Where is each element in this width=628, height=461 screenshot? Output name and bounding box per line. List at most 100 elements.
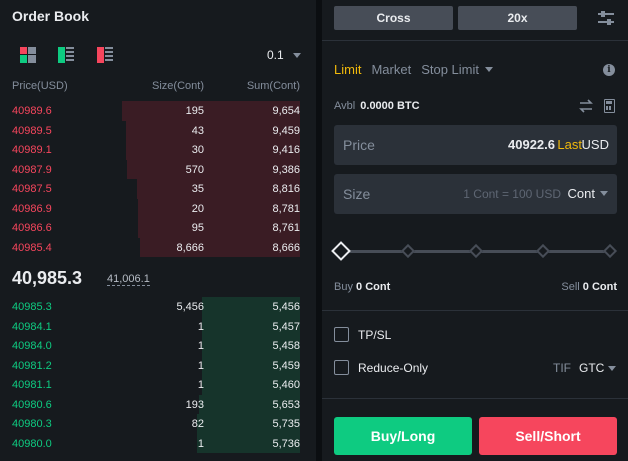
bid-sum: 5,456 [272, 301, 300, 313]
buy-long-button[interactable]: Buy/Long [334, 417, 472, 455]
ask-row[interactable]: 40989.6 195 9,654 [0, 101, 316, 121]
ask-row[interactable]: 40987.5 35 8,816 [0, 179, 316, 199]
bid-row[interactable]: 40980.3 82 5,735 [0, 414, 316, 434]
ask-size: 20 [191, 202, 204, 215]
slider-step-25[interactable] [401, 243, 416, 259]
bid-price: 40980.0 [12, 437, 52, 450]
size-field-label: Size [343, 186, 371, 202]
bid-price: 40980.6 [12, 398, 52, 411]
order-book-both-icon[interactable] [20, 47, 36, 63]
available-label: Avbl [334, 100, 356, 112]
ask-price: 40989.5 [12, 124, 52, 137]
bid-row[interactable]: 40981.1 1 5,460 [0, 375, 316, 395]
reduce-only-checkbox-box[interactable] [334, 360, 349, 375]
ask-sum: 8,781 [272, 202, 300, 215]
sell-short-button[interactable]: Sell/Short [479, 417, 617, 455]
slider-step-50[interactable] [468, 243, 483, 259]
price-column-header: Price(USD) [12, 80, 68, 92]
bid-row[interactable]: 40985.3 5,456 5,456 [0, 297, 316, 317]
slider-step-75[interactable] [535, 243, 550, 259]
transfer-icon[interactable] [579, 99, 593, 113]
bid-row[interactable]: 40981.2 1 5,459 [0, 355, 316, 375]
size-field[interactable]: Size 1 Cont = 100 USD Cont [334, 174, 617, 214]
tpsl-checkbox[interactable]: TP/SL [334, 327, 391, 342]
price-input-value[interactable]: 40922.6 [508, 137, 555, 152]
bid-row[interactable]: 40980.0 1 5,736 [0, 433, 316, 453]
tab-market[interactable]: Market [371, 62, 411, 77]
price-currency: USD [581, 137, 609, 152]
bid-row[interactable]: 40984.0 1 5,458 [0, 336, 316, 356]
bid-sum: 5,458 [272, 340, 300, 352]
price-field-label: Price [343, 137, 375, 153]
info-icon[interactable]: i [603, 64, 615, 76]
ask-sum: 8,666 [272, 241, 300, 254]
mark-price[interactable]: 41,006.1 [107, 273, 150, 286]
ask-row[interactable]: 40989.1 30 9,416 [0, 140, 316, 160]
tif-select[interactable]: GTC [579, 361, 617, 375]
ask-size: 570 [185, 163, 204, 176]
bid-size: 1 [197, 359, 204, 372]
ask-row[interactable]: 40986.6 95 8,761 [0, 218, 316, 238]
ask-size: 195 [185, 105, 204, 117]
bid-size: 1 [197, 437, 204, 450]
buy-amount-value: 0 Cont [356, 281, 391, 293]
reduce-only-checkbox[interactable]: Reduce-Only [334, 360, 428, 375]
bid-sum: 5,736 [272, 437, 300, 450]
margin-mode-button[interactable]: Cross [334, 6, 453, 30]
bid-row[interactable]: 40984.1 1 5,457 [0, 316, 316, 336]
ask-price: 40987.5 [12, 183, 52, 195]
price-field[interactable]: Price 40922.6 Last USD [334, 125, 617, 165]
chevron-down-icon [608, 365, 617, 371]
ask-sum: 9,459 [272, 124, 300, 137]
calculator-icon[interactable] [604, 99, 615, 113]
size-column-header: Size(Cont) [152, 80, 204, 92]
bid-price: 40984.0 [12, 340, 52, 352]
last-price-button[interactable]: Last [557, 137, 582, 152]
ask-sum: 9,654 [272, 105, 300, 117]
order-book-asks-icon[interactable] [97, 47, 113, 63]
ask-rows: 40989.6 195 9,654 40989.5 43 9,459 40989.1 30 9,… [0, 101, 316, 257]
size-unit-select[interactable]: Cont [568, 186, 608, 201]
bid-rows: 40985.3 5,456 5,456 40984.1 1 5,457 40984.0 1 5,… [0, 297, 316, 453]
ask-price: 40985.4 [12, 241, 52, 254]
tpsl-checkbox-box[interactable] [334, 327, 349, 342]
trade-panel-top-bar: Cross 20x [322, 0, 628, 41]
ask-price: 40989.6 [12, 105, 52, 117]
ask-size: 35 [191, 183, 204, 195]
bid-row[interactable]: 40980.6 193 5,653 [0, 394, 316, 414]
ask-row[interactable]: 40987.9 570 9,386 [0, 159, 316, 179]
precision-select[interactable]: 0.1 [267, 48, 301, 62]
size-input-placeholder[interactable]: 1 Cont = 100 USD [463, 187, 561, 201]
leverage-button[interactable]: 20x [458, 6, 577, 30]
last-price: 40,985.3 [12, 268, 83, 288]
order-book-panel: Order Book 0.1 Price(USD) Size(Cont) Sum… [0, 0, 316, 461]
tif-value: GTC [579, 361, 605, 375]
available-value: 0.0000 BTC [360, 100, 420, 112]
bid-price: 40985.3 [12, 301, 52, 313]
ask-size: 43 [191, 124, 204, 137]
ask-price: 40987.9 [12, 163, 52, 176]
ask-sum: 8,816 [272, 183, 300, 195]
bid-sum: 5,735 [272, 418, 300, 430]
tab-stop-limit[interactable]: Stop Limit [421, 62, 493, 77]
sell-amount-value: 0 Cont [582, 281, 617, 293]
ask-row[interactable]: 40986.9 20 8,781 [0, 198, 316, 218]
slider-step-0[interactable] [331, 241, 351, 261]
bid-size: 193 [185, 398, 204, 411]
sliders-icon[interactable] [597, 10, 615, 26]
slider-step-100[interactable] [602, 243, 618, 259]
order-book-bids-icon[interactable] [58, 47, 74, 63]
size-slider[interactable] [331, 241, 618, 261]
ask-size: 8,666 [176, 241, 204, 254]
bid-size: 5,456 [176, 301, 204, 313]
time-in-force[interactable]: TIF GTC [553, 361, 617, 375]
ask-price: 40989.1 [12, 144, 52, 156]
bid-price: 40984.1 [12, 320, 52, 333]
ask-price: 40986.6 [12, 222, 52, 234]
ask-row[interactable]: 40989.5 43 9,459 [0, 120, 316, 140]
size-unit-value: Cont [567, 186, 595, 201]
ask-row[interactable]: 40985.4 8,666 8,666 [0, 237, 316, 257]
tif-label: TIF [553, 361, 571, 375]
sum-column-header: Sum(Cont) [246, 80, 300, 92]
tab-limit[interactable]: Limit [334, 62, 361, 77]
